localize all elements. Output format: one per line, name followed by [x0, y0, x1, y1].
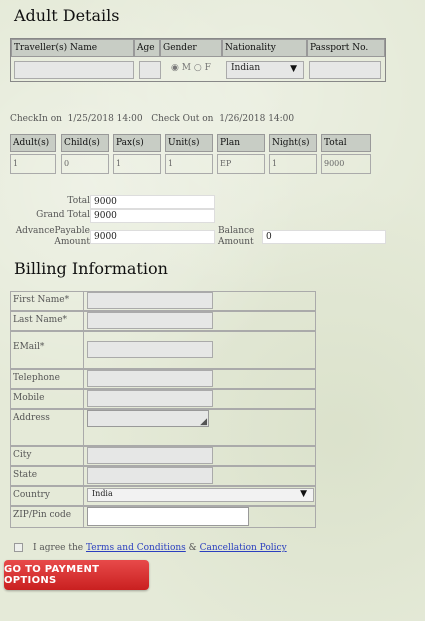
grand-total-label: Grand Total	[36, 210, 90, 220]
adult-details-title: Adult Details	[14, 6, 120, 25]
chevron-down-icon: ▼	[300, 489, 307, 499]
state-label: State	[11, 467, 84, 485]
traveller-table: Traveller(s) Name Age Gender Nationality…	[10, 38, 386, 82]
advance-label-line2: Amount	[54, 237, 90, 247]
city-input[interactable]	[87, 447, 213, 464]
grand-total-value: 9000	[90, 209, 215, 223]
balance-label-line2: Amount	[218, 237, 254, 247]
advance-label: AdvancePayable Amount	[6, 226, 90, 248]
summary-header-total: Total	[321, 134, 371, 152]
nationality-select[interactable]: Indian ▼	[226, 61, 304, 79]
first-name-input[interactable]	[87, 292, 213, 309]
resize-handle-icon[interactable]: ◢	[200, 417, 207, 427]
country-select[interactable]: India ▼	[87, 488, 314, 502]
summary-table: Adult(s) Child(s) Pax(s) Unit(s) Plan Ni…	[10, 134, 372, 176]
country-selected: India	[92, 489, 113, 498]
age-input[interactable]	[139, 61, 161, 79]
gender-radio-group: ◉ M ○ F	[171, 63, 211, 73]
passport-input[interactable]	[309, 61, 381, 79]
balance-value: 0	[262, 230, 386, 244]
zip-label: ZIP/Pin code	[11, 507, 84, 527]
summary-header-nights: Night(s)	[269, 134, 317, 152]
checkin-value: 1/25/2018 14:00	[67, 114, 143, 124]
gender-female-radio[interactable]: ○	[194, 63, 202, 73]
advance-label-line1: AdvancePayable	[15, 226, 90, 236]
traveller-name-input[interactable]	[14, 61, 134, 79]
header-age: Age	[134, 39, 160, 57]
header-gender: Gender	[160, 39, 222, 57]
address-label: Address	[11, 410, 84, 445]
cancellation-policy-link[interactable]: Cancellation Policy	[200, 543, 287, 553]
agreement-amp: &	[188, 543, 197, 553]
advance-value: 9000	[90, 230, 215, 244]
summary-value-nights: 1	[269, 154, 317, 174]
summary-value-childs: 0	[61, 154, 109, 174]
balance-label-line1: Balance	[218, 226, 255, 236]
nationality-selected: Indian	[231, 63, 261, 73]
summary-header-childs: Child(s)	[61, 134, 109, 152]
gender-male-label: M	[181, 63, 191, 73]
zip-input[interactable]	[87, 507, 249, 526]
telephone-label: Telephone	[11, 370, 84, 388]
header-passport: Passport No.	[307, 39, 385, 57]
summary-value-total: 9000	[321, 154, 371, 174]
checkin-row: CheckIn on 1/25/2018 14:00 Check Out on …	[10, 114, 294, 124]
checkout-value: 1/26/2018 14:00	[219, 114, 295, 124]
header-nationality: Nationality	[222, 39, 307, 57]
summary-value-units: 1	[165, 154, 213, 174]
summary-value-adults: 1	[10, 154, 56, 174]
agree-checkbox[interactable]	[14, 543, 23, 552]
checkout-label: Check Out on	[151, 114, 214, 124]
email-label: EMail*	[11, 332, 84, 368]
agreement-text: I agree the Terms and Conditions & Cance…	[33, 543, 287, 553]
total-label: Total	[67, 196, 90, 206]
checkin-label: CheckIn on	[10, 114, 62, 124]
mobile-input[interactable]	[87, 390, 213, 407]
address-textarea[interactable]: ◢	[87, 410, 209, 427]
last-name-label: Last Name*	[11, 312, 84, 330]
summary-header-plan: Plan	[217, 134, 265, 152]
email-input[interactable]	[87, 341, 213, 358]
summary-header-paxs: Pax(s)	[113, 134, 161, 152]
summary-value-plan: EP	[217, 154, 265, 174]
billing-title: Billing Information	[14, 259, 168, 278]
agreement-prefix: I agree the	[33, 543, 84, 553]
total-value: 9000	[90, 195, 215, 209]
state-input[interactable]	[87, 467, 213, 484]
summary-header-units: Unit(s)	[165, 134, 213, 152]
country-label: Country	[11, 487, 84, 505]
last-name-input[interactable]	[87, 312, 213, 329]
telephone-input[interactable]	[87, 370, 213, 387]
city-label: City	[11, 447, 84, 465]
balance-label: Balance Amount	[218, 226, 262, 248]
terms-link[interactable]: Terms and Conditions	[86, 543, 186, 553]
chevron-down-icon: ▼	[290, 64, 297, 74]
summary-header-adults: Adult(s)	[10, 134, 56, 152]
header-traveller-name: Traveller(s) Name	[11, 39, 134, 57]
summary-value-paxs: 1	[113, 154, 161, 174]
gender-male-radio[interactable]: ◉	[171, 63, 179, 73]
first-name-label: First Name*	[11, 292, 84, 310]
payment-options-button[interactable]: GO TO PAYMENT OPTIONS	[4, 560, 149, 590]
gender-female-label: F	[204, 63, 211, 73]
mobile-label: Mobile	[11, 390, 84, 408]
